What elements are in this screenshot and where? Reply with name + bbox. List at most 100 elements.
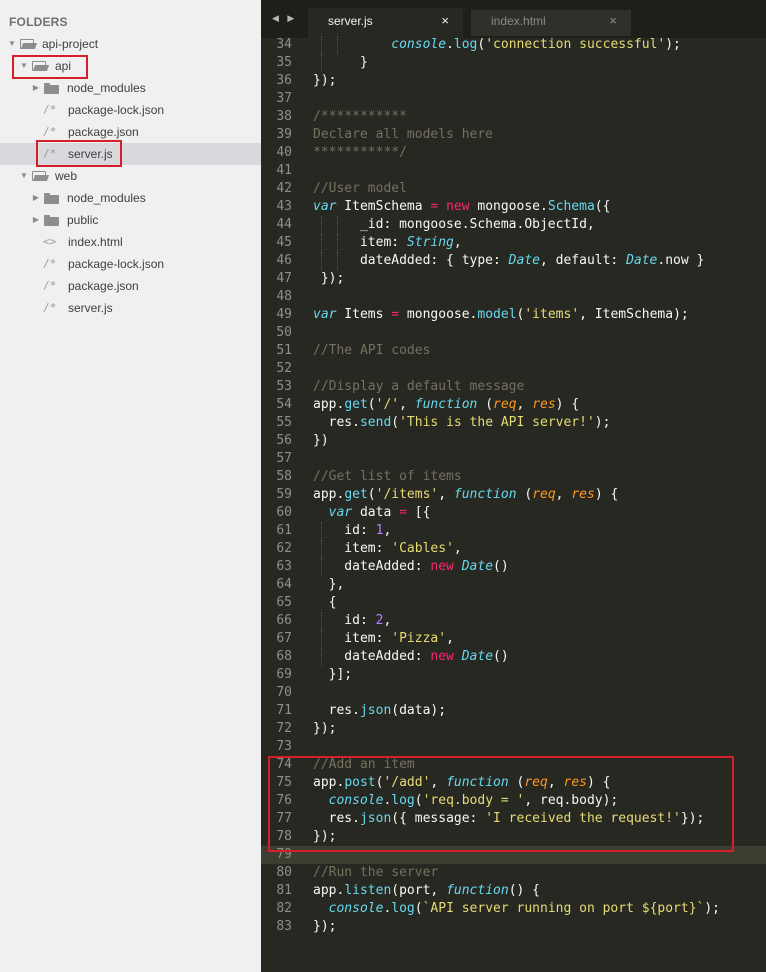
tab-nav-arrows-icon[interactable]: ◀ ▶ [272, 13, 297, 24]
tree-item[interactable]: ▶ node_modules [0, 187, 261, 209]
code-line[interactable]: 40 ***********/ [261, 144, 766, 162]
tree-item[interactable]: <> index.html [0, 231, 261, 253]
code-token: ) { [586, 775, 611, 790]
code-line[interactable]: 65 { [261, 594, 766, 612]
code-line[interactable]: 34 console.log('connection successful'); [261, 36, 766, 54]
code-token: ( [414, 793, 423, 808]
tree-item[interactable]: /* package.json [0, 275, 261, 297]
code-line[interactable]: 81 app.listen(port, function() { [261, 882, 766, 900]
code-line[interactable]: 62 item: 'Cables', [261, 540, 766, 558]
tree-item[interactable]: ▶ public [0, 209, 261, 231]
code-line[interactable]: 77 res.json({ message: 'I received the r… [261, 810, 766, 828]
code-line[interactable]: 50 [261, 324, 766, 342]
code-line[interactable]: 39 Declare all models here [261, 126, 766, 144]
code-line[interactable]: 82 console.log(`API server running on po… [261, 900, 766, 918]
code-line[interactable]: 60 var data = [{ [261, 504, 766, 522]
tab-server-js[interactable]: server.js × [308, 8, 463, 38]
code-line[interactable]: 59 app.get('/items', function (req, res) … [261, 486, 766, 504]
code-line[interactable]: 36}); [261, 72, 766, 90]
code-line[interactable]: 56}) [261, 432, 766, 450]
code-token: log [453, 37, 478, 52]
code-line[interactable]: 53 //Display a default message [261, 378, 766, 396]
code-line[interactable]: 72}); [261, 720, 766, 738]
line-number: 34 [276, 37, 292, 52]
code-line[interactable]: 52 [261, 360, 766, 378]
code-area[interactable]: 34 console.log('connection successful');… [261, 36, 766, 936]
code-line[interactable]: 78}); [261, 828, 766, 846]
code-line[interactable]: 57 [261, 450, 766, 468]
code-line[interactable]: 47 }); [261, 270, 766, 288]
code-line[interactable]: 68 dateAdded: new Date() [261, 648, 766, 666]
tab-index-html[interactable]: index.html × [471, 10, 631, 36]
code-line[interactable]: 64 }, [261, 576, 766, 594]
code-token: app. [313, 487, 345, 502]
disclosure-closed-icon[interactable]: ▶ [31, 209, 41, 231]
line-number: 82 [276, 901, 292, 916]
tree-item[interactable]: /* server.js [0, 297, 261, 319]
code-text: } [313, 54, 368, 72]
code-line[interactable]: 80 //Run the server [261, 864, 766, 882]
tree-item-label: package-lock.json [68, 103, 165, 117]
code-text: //User model [313, 180, 407, 198]
code-line[interactable]: 79 [261, 846, 766, 864]
code-line[interactable]: 66 id: 2, [261, 612, 766, 630]
code-line[interactable]: 42 //User model [261, 180, 766, 198]
code-line[interactable]: 74 //Add an item [261, 756, 766, 774]
code-line[interactable]: 38 /*********** [261, 108, 766, 126]
close-icon[interactable]: × [441, 8, 449, 34]
tree-item[interactable]: ▼ api-project [0, 33, 261, 55]
code-token: ( [367, 487, 376, 502]
disclosure-open-icon[interactable]: ▼ [19, 55, 29, 77]
code-line[interactable]: 49 var Items = mongoose.model('items', It… [261, 306, 766, 324]
tree-item[interactable]: ▼ web [0, 165, 261, 187]
code-token: }); [313, 829, 337, 844]
tree-item[interactable]: /* server.js [0, 143, 261, 165]
code-line[interactable]: 73 [261, 738, 766, 756]
close-icon[interactable]: × [609, 10, 617, 32]
code-token: ItemSchema [336, 199, 431, 214]
code-line[interactable]: 83}); [261, 918, 766, 936]
code-token: 'req.body = ' [422, 793, 525, 808]
tree-item[interactable]: ▼ api [0, 55, 261, 77]
code-line[interactable]: 63 dateAdded: new Date() [261, 558, 766, 576]
code-line[interactable]: 46 dateAdded: { type: Date, default: Dat… [261, 252, 766, 270]
code-line[interactable]: 51 //The API codes [261, 342, 766, 360]
tree-item[interactable]: /* package.json [0, 121, 261, 143]
code-token: mongoose. [469, 199, 548, 214]
code-line[interactable]: 35 } [261, 54, 766, 72]
code-line[interactable]: 76 console.log('req.body = ', req.body); [261, 792, 766, 810]
code-token: ); [704, 901, 721, 916]
code-line[interactable]: 37 [261, 90, 766, 108]
code-line[interactable]: 71 res.json(data); [261, 702, 766, 720]
code-token: }) [313, 433, 329, 448]
code-text: res.send('This is the API server!'); [313, 414, 611, 432]
line-number: 79 [276, 847, 292, 862]
code-line[interactable]: 48 [261, 288, 766, 306]
code-line[interactable]: 69 }]; [261, 666, 766, 684]
code-line[interactable]: 70 [261, 684, 766, 702]
code-text: //Display a default message [313, 378, 524, 396]
disclosure-open-icon[interactable]: ▼ [19, 165, 29, 187]
tree-item[interactable]: /* package-lock.json [0, 253, 261, 275]
code-line[interactable]: 55 res.send('This is the API server!'); [261, 414, 766, 432]
code-text: }); [313, 828, 336, 846]
tree-item[interactable]: ▶ node_modules [0, 77, 261, 99]
code-line[interactable]: 54 app.get('/', function (req, res) { [261, 396, 766, 414]
code-line[interactable]: 41 [261, 162, 766, 180]
disclosure-closed-icon[interactable]: ▶ [31, 187, 41, 209]
code-line[interactable]: 45 item: String, [261, 234, 766, 252]
disclosure-closed-icon[interactable]: ▶ [31, 77, 41, 99]
code-line[interactable]: 75 app.post('/add', function (req, res) { [261, 774, 766, 792]
code-editor[interactable]: ◀ ▶ server.js × index.html × 34 console.… [261, 0, 766, 972]
folder-icon [44, 83, 60, 94]
code-line[interactable]: 44 _id: mongoose.Schema.ObjectId, [261, 216, 766, 234]
code-line[interactable]: 43 var ItemSchema = new mongoose.Schema({ [261, 198, 766, 216]
line-number: 55 [276, 415, 292, 430]
code-line[interactable]: 61 id: 1, [261, 522, 766, 540]
code-token: req [524, 775, 548, 790]
code-line[interactable]: 67 item: 'Pizza', [261, 630, 766, 648]
tree-item[interactable]: /* package-lock.json [0, 99, 261, 121]
code-line[interactable]: 58 //Get list of items [261, 468, 766, 486]
disclosure-open-icon[interactable]: ▼ [7, 33, 17, 55]
